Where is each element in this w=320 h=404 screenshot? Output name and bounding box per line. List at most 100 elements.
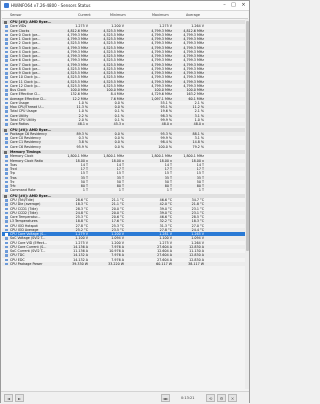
vertical-scrollbar[interactable] (245, 19, 249, 389)
sensor-icon (5, 84, 8, 88)
sensors-window: HWiNFO64 v7.26-4800 - Sensors Status – □… (0, 0, 250, 404)
current-value: 1 T (82, 188, 88, 193)
current-value: 39.330 W (72, 261, 88, 266)
sensor-icon (5, 228, 8, 232)
maximum-value: 48.0 x (161, 122, 172, 127)
minimum-value: 1 T (118, 188, 124, 193)
average-value: 48.0 x (193, 122, 204, 127)
current-value: 48.1 x (77, 122, 88, 127)
sensor-icon (5, 168, 8, 171)
sensor-icon (5, 141, 8, 144)
window-title: HWiNFO64 v7.26-4800 - Sensors Status (11, 3, 91, 8)
sensor-icon (5, 118, 8, 122)
sensor-icon (5, 250, 8, 253)
sensor-icon (5, 110, 8, 113)
minimum-value: 0.0 % (114, 144, 124, 149)
layout-button[interactable]: ◄► (161, 394, 170, 402)
column-header: Sensor Current Minimum Maximum Average (2, 11, 248, 19)
sensor-icon (5, 145, 8, 149)
sensor-icon (5, 114, 8, 118)
title-bar: HWiNFO64 v7.26-4800 - Sensors Status – □… (1, 1, 249, 11)
sensor-icon (5, 211, 8, 215)
minimum-value: 45.3 x (113, 122, 124, 127)
settings-button[interactable]: ⚙ (217, 394, 226, 402)
sensor-icon (5, 199, 8, 202)
sensor-icon (5, 176, 8, 180)
sensor-row[interactable]: Core Ratios 48.1 x 45.3 x 48.0 x 48.0 x (2, 122, 248, 127)
sensor-icon (5, 59, 8, 62)
nav-back-button[interactable]: ◄ (4, 394, 13, 402)
maximum-value: 1 T (166, 188, 172, 193)
close-sensors-button[interactable]: × (228, 394, 237, 402)
sensor-icon (5, 55, 8, 58)
sensor-icon (5, 33, 8, 37)
sensor-icon (5, 25, 8, 28)
sensor-icon (5, 46, 8, 50)
column-maximum[interactable]: Maximum (152, 13, 169, 17)
minimize-button[interactable]: – (220, 2, 229, 9)
nav-forward-button[interactable]: ► (15, 394, 24, 402)
sensor-icon (5, 185, 8, 188)
sensor-icon (5, 203, 8, 206)
column-average[interactable]: Average (186, 13, 200, 17)
sensor-name: Core C6 Residency (10, 144, 41, 149)
scrollbar-thumb[interactable] (245, 21, 249, 251)
sensor-icon (5, 233, 8, 236)
sensor-icon (5, 224, 8, 227)
sensor-icon (5, 216, 8, 219)
status-bar: ◄ ► ◄► 0:13:21 ⟲ ⚙ × (1, 391, 249, 404)
sensor-icon (5, 132, 8, 136)
sensor-icon (5, 76, 8, 79)
sensor-icon (5, 241, 8, 244)
sensor-icon (5, 89, 8, 92)
sensor-icon (5, 50, 8, 54)
close-button[interactable]: × (239, 2, 248, 9)
sensor-icon (5, 262, 8, 266)
sensor-icon (5, 42, 8, 45)
column-sensor[interactable]: Sensor (10, 13, 22, 17)
minimum-value: 33.220 W (108, 261, 124, 266)
sensor-icon (5, 97, 8, 101)
sensor-icon (5, 237, 8, 240)
column-current[interactable]: Current (78, 13, 91, 17)
sensor-icon (5, 63, 8, 67)
sensor-icon (5, 254, 8, 257)
sensor-icon (5, 207, 8, 210)
sensor-icon (5, 180, 8, 184)
average-value: 1 T (198, 188, 204, 193)
sensor-table: CPU [#0]: AMD Ryze... Core VIDs 1.275 V 1.2… (2, 19, 248, 266)
average-value: 79.2 % (192, 144, 204, 149)
sensor-icon (5, 101, 8, 105)
maximum-value: 100.0 % (158, 144, 172, 149)
sensor-icon (5, 29, 8, 33)
sensor-icon (5, 123, 8, 126)
sensor-icon (5, 38, 8, 41)
sensor-icon (5, 189, 8, 192)
sensor-name: CPU Package Power (10, 261, 43, 266)
average-value: 38.117 W (188, 261, 204, 266)
sensor-icon (5, 155, 8, 158)
maximum-value: 60.117 W (156, 261, 172, 266)
sensor-name: Core Ratios (10, 122, 29, 127)
sensor-icon (5, 106, 8, 109)
sensor-icon (5, 258, 8, 261)
sensor-icon (5, 220, 8, 223)
sensor-icon (5, 67, 8, 71)
sensor-row[interactable]: CPU Package Power 39.330 W 33.220 W 60.117 … (2, 261, 248, 266)
elapsed-time: 0:13:21 (181, 396, 195, 400)
sensor-icon (5, 163, 8, 167)
column-minimum[interactable]: Minimum (110, 13, 126, 17)
sensor-icon (5, 159, 8, 163)
sensor-icon (5, 172, 8, 175)
sensor-icon (5, 72, 8, 75)
sensor-name: Command Rate (10, 188, 36, 193)
current-value: 95.9 % (76, 144, 88, 149)
sensor-icon (5, 93, 8, 96)
sensor-row[interactable]: Command Rate 1 T 1 T 1 T 1 T (2, 188, 248, 192)
sensor-icon (5, 245, 8, 249)
maximize-button[interactable]: □ (229, 2, 238, 9)
sensor-row[interactable]: Core C6 Residency 95.9 % 0.0 % 100.0 % 79.2 … (2, 145, 248, 149)
reset-button[interactable]: ⟲ (206, 394, 215, 402)
app-icon (4, 3, 9, 8)
sensor-icon (5, 137, 8, 140)
